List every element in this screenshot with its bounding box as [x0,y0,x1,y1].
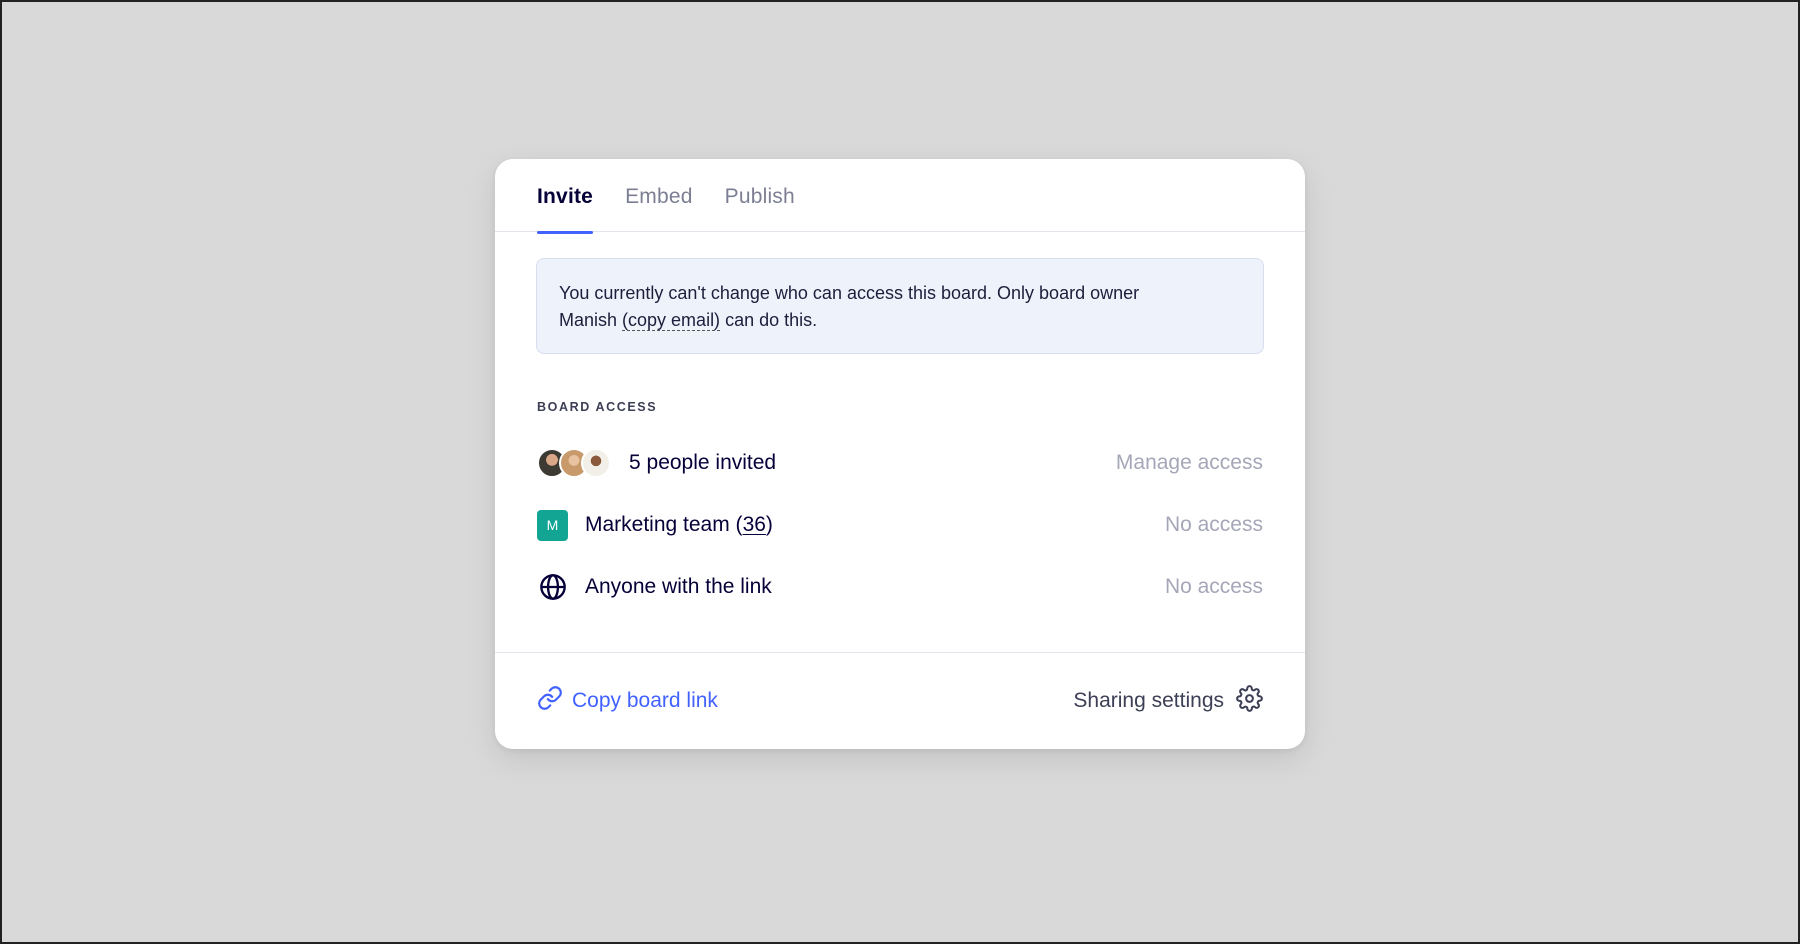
anyone-link-text: Anyone with the link [585,575,772,598]
tab-invite[interactable]: Invite [537,159,594,234]
team-badge: M [537,509,568,541]
sharing-settings-button[interactable]: Sharing settings [1073,684,1263,718]
access-notice: You currently can't change who can acces… [536,258,1264,354]
notice-line1: You currently can't change who can acces… [559,283,1140,303]
tab-bar: Invite Embed Publish [495,159,1305,234]
avatar [581,448,611,478]
dialog-footer: Copy board link Sharing settings [495,652,1305,749]
manage-access-button[interactable]: Manage access [1116,451,1263,475]
gear-icon [1224,684,1263,718]
invited-count-text: 5 people invited [629,451,777,474]
tab-publish[interactable]: Publish [725,159,795,232]
copy-board-link-label: Copy board link [572,689,718,712]
team-name-text: Marketing team (36) [585,513,773,537]
share-dialog: Invite Embed Publish You currently can't… [495,159,1305,749]
copy-board-link-button[interactable]: Copy board link [537,685,718,717]
team-name-suffix: ) [765,513,773,536]
tab-embed[interactable]: Embed [625,159,693,232]
access-row-link: Anyone with the link No access [495,556,1305,618]
notice-line2-prefix: Manish [559,310,623,330]
team-member-count[interactable]: 36 [743,513,766,536]
avatar-stack [537,448,611,478]
notice-line2-suffix: can do this. [720,310,818,330]
copy-email-link[interactable]: (copy email) [622,310,721,331]
access-list: 5 people invited Manage access M Marketi… [495,432,1305,618]
team-name-prefix: Marketing team ( [585,513,743,536]
globe-icon [537,572,568,603]
team-access-dropdown[interactable]: No access [1165,513,1263,537]
board-access-label: BOARD ACCESS [537,400,658,414]
link-access-dropdown[interactable]: No access [1165,575,1263,599]
access-row-invited: 5 people invited Manage access [495,432,1305,494]
access-row-team: M Marketing team (36) No access [495,494,1305,556]
link-icon [537,685,572,717]
sharing-settings-label: Sharing settings [1073,689,1224,712]
